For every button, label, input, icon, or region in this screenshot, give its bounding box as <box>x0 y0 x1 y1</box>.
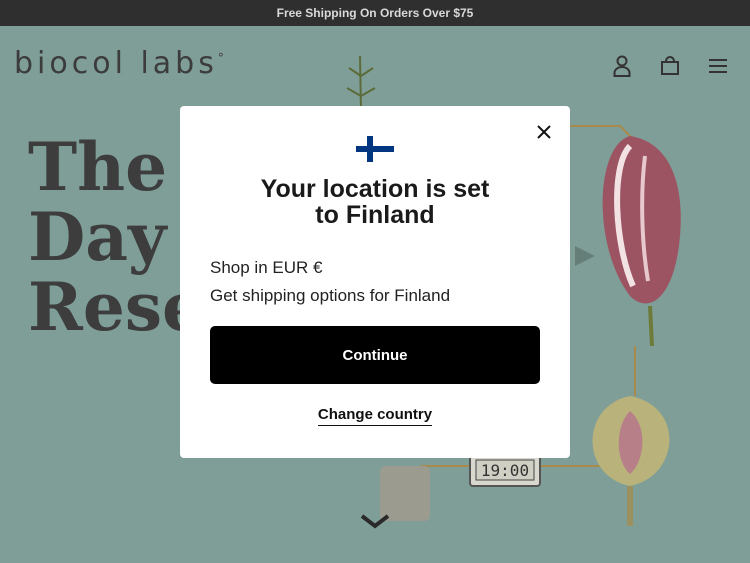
modal-details: Shop in EUR € Get shipping options for F… <box>210 254 450 310</box>
continue-button[interactable]: Continue <box>210 326 540 384</box>
clock-text: 19:00 <box>481 461 529 480</box>
shipping-line: Get shipping options for Finland <box>210 286 451 305</box>
change-country-label: Change country <box>317 406 433 426</box>
scroll-down-icon[interactable] <box>360 514 390 530</box>
location-modal: Your location is set to Finland Shop in … <box>180 106 570 458</box>
logo-text: biocol labs <box>14 46 218 81</box>
currency-line: Shop in EUR € <box>210 258 323 277</box>
close-icon[interactable] <box>536 124 552 140</box>
finland-flag-icon <box>356 136 394 162</box>
announcement-text: Free Shipping On Orders Over $75 <box>276 6 474 20</box>
continue-label: Continue <box>342 346 408 364</box>
brand-logo[interactable]: biocol labs° <box>14 46 228 81</box>
modal-title: Your location is set to Finland <box>260 175 490 229</box>
change-country-link[interactable]: Change country <box>180 406 570 426</box>
logo-mark: ° <box>217 51 228 65</box>
announcement-bar: Free Shipping On Orders Over $75 <box>0 0 750 26</box>
